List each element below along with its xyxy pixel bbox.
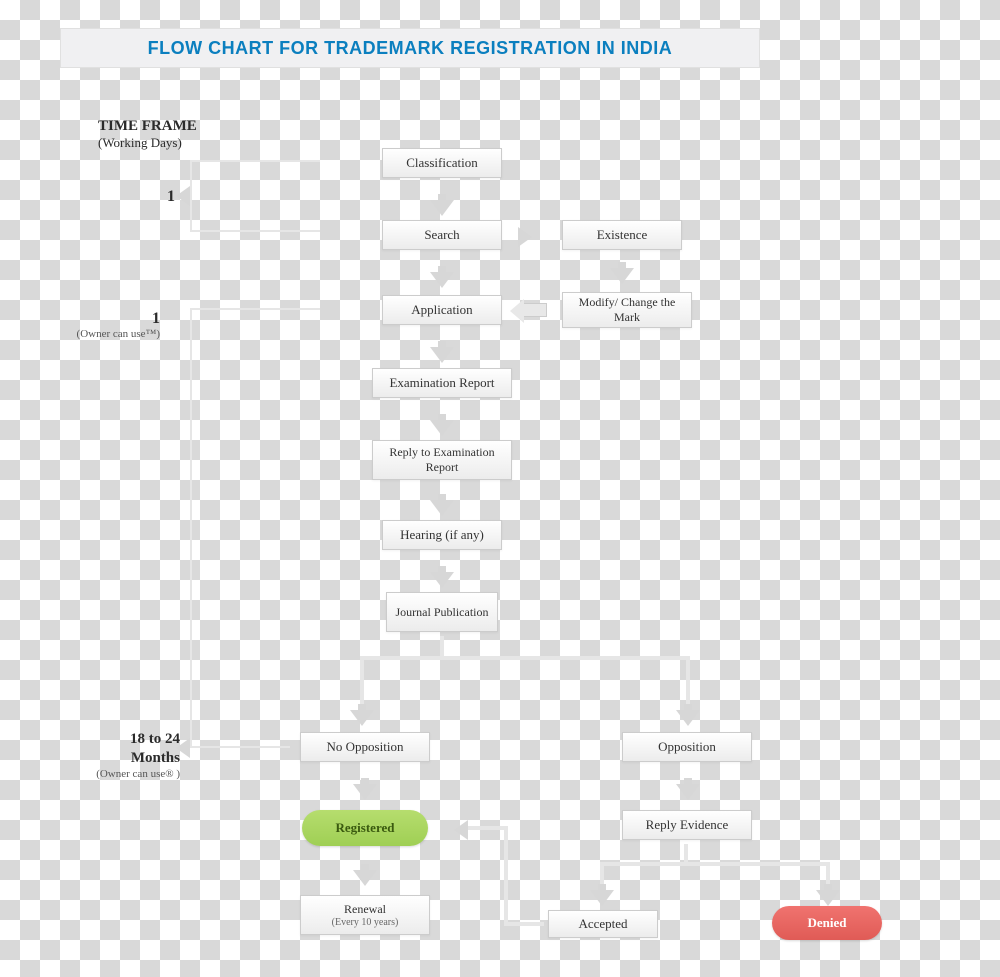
node-no-opposition: No Opposition <box>300 732 430 762</box>
connector <box>190 746 290 748</box>
connector <box>600 862 830 866</box>
connector <box>504 826 508 922</box>
arrow-left-block-icon <box>523 303 547 317</box>
timeframe-title: TIME FRAME <box>98 118 197 135</box>
arrow-right-icon <box>518 227 532 247</box>
page-title: FLOW CHART FOR TRADEMARK REGISTRATION IN… <box>60 28 760 68</box>
time-annotation-2: 1 (Owner can use™) <box>10 310 160 340</box>
connector <box>468 826 508 830</box>
time-2-note: (Owner can use™) <box>10 328 160 340</box>
connector <box>190 160 192 230</box>
node-opposition: Opposition <box>622 732 752 762</box>
arrow-down-icon <box>353 870 377 886</box>
node-application: Application <box>382 295 502 325</box>
arrow-left-icon <box>176 186 190 206</box>
arrow-down-icon <box>430 572 454 588</box>
node-existence: Existence <box>562 220 682 250</box>
timeframe-subtitle: (Working Days) <box>98 135 197 151</box>
connector <box>360 656 690 660</box>
arrow-left-icon <box>454 820 468 840</box>
node-modify: Modify/ Change the Mark <box>562 292 692 328</box>
arrow-down-icon <box>676 784 700 800</box>
arrow-down-icon <box>430 200 454 216</box>
arrow-down-icon <box>430 500 454 516</box>
connector <box>440 636 444 656</box>
connector <box>190 230 320 232</box>
node-search: Search <box>382 220 502 250</box>
connector <box>504 922 544 926</box>
connector <box>686 656 690 710</box>
time-annotation-3: 18 to 24 Months (Owner can use® ) <box>30 730 180 780</box>
time-1-value: 1 <box>167 188 175 205</box>
node-denied: Denied <box>772 906 882 940</box>
arrow-down-icon <box>430 347 454 363</box>
node-registered: Registered <box>302 810 428 846</box>
connector <box>190 308 192 748</box>
node-reply-exam: Reply to Examination Report <box>372 440 512 480</box>
renewal-label: Renewal <box>344 902 386 916</box>
node-exam-report: Examination Report <box>372 368 512 398</box>
connector <box>190 160 320 162</box>
arrow-left-icon <box>176 738 190 758</box>
renewal-sub: (Every 10 years) <box>332 917 399 928</box>
connector <box>190 308 320 310</box>
arrow-down-icon <box>350 710 374 726</box>
time-3-line2: Months <box>30 749 180 768</box>
time-annotation-1: 1 <box>25 188 175 206</box>
arrow-down-icon <box>430 272 454 288</box>
timeframe-heading: TIME FRAME (Working Days) <box>98 118 197 151</box>
node-hearing: Hearing (if any) <box>382 520 502 550</box>
arrow-down-icon <box>590 890 614 906</box>
node-journal: Journal Publication <box>386 592 498 632</box>
arrow-down-icon <box>430 420 454 436</box>
arrow-down-icon <box>353 784 377 800</box>
node-accepted: Accepted <box>548 910 658 938</box>
arrow-down-icon <box>610 268 634 284</box>
time-2-value: 1 <box>10 310 160 328</box>
node-renewal: Renewal (Every 10 years) <box>300 895 430 935</box>
node-reply-evidence: Reply Evidence <box>622 810 752 840</box>
connector <box>360 656 364 710</box>
arrow-down-icon <box>676 710 700 726</box>
arrow-down-icon <box>816 890 840 906</box>
time-3-note: (Owner can use® ) <box>30 768 180 780</box>
time-3-line1: 18 to 24 <box>30 730 180 749</box>
connector <box>684 844 688 862</box>
node-classification: Classification <box>382 148 502 178</box>
